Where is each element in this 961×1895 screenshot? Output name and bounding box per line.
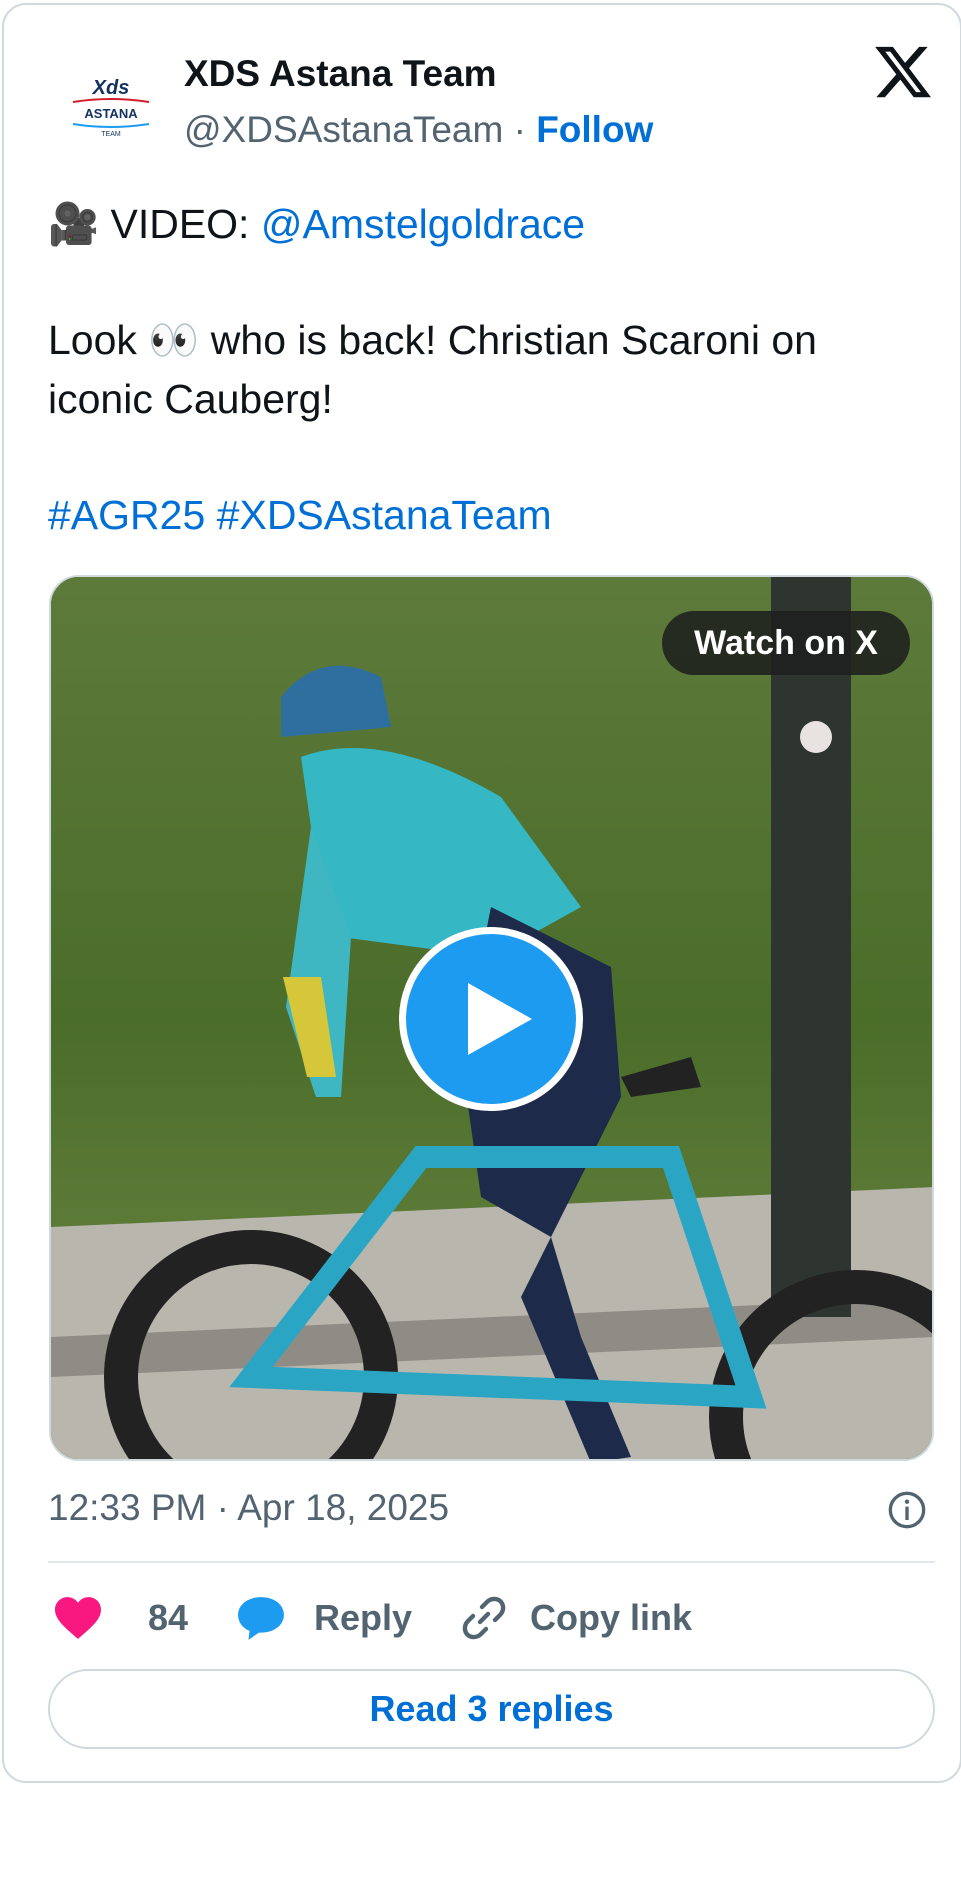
play-button[interactable] (399, 927, 583, 1111)
hashtag-link[interactable]: #XDSAstanaTeam (217, 492, 552, 538)
body-start: Look (48, 317, 137, 363)
hashtag-link[interactable]: #AGR25 (48, 492, 205, 538)
video-prefix: VIDEO: (110, 201, 250, 247)
mention-link[interactable]: @Amstelgoldrace (261, 201, 585, 247)
svg-text:Xds: Xds (92, 77, 130, 99)
eyes-icon: 👀 (148, 317, 200, 363)
divider (48, 1561, 935, 1563)
video-line: 🎥 VIDEO: @Amstelgoldrace (48, 195, 928, 254)
body-line: Look 👀 who is back! Christian Scaroni on… (48, 311, 928, 429)
like-count: 84 (148, 1597, 189, 1638)
tweet-text: 🎥 VIDEO: @Amstelgoldrace Look 👀 who is b… (48, 195, 928, 545)
video-player[interactable]: Watch on X (49, 575, 934, 1461)
hashtag-line: #AGR25 #XDSAstanaTeam (48, 486, 928, 545)
tweet-card: Xds ASTANA TEAM XDS Astana Team @XDSAsta… (2, 3, 961, 1783)
reply-label: Reply (314, 1597, 413, 1638)
reply-button[interactable]: Reply (236, 1587, 412, 1649)
x-logo-icon[interactable] (872, 41, 934, 103)
copy-link-button[interactable]: Copy link (460, 1587, 692, 1649)
follow-link[interactable]: Follow (536, 109, 653, 150)
astana-logo: Xds ASTANA TEAM (72, 77, 150, 138)
author-handle[interactable]: @XDSAstanaTeam (184, 109, 503, 150)
play-icon (468, 983, 532, 1055)
link-icon (462, 1596, 506, 1640)
like-button[interactable]: 84 (52, 1587, 188, 1649)
video-camera-icon: 🎥 (48, 201, 100, 247)
separator-dot: · (513, 109, 526, 150)
watch-on-x-button[interactable]: Watch on X (662, 611, 910, 675)
svg-text:TEAM: TEAM (101, 131, 121, 138)
author-name[interactable]: XDS Astana Team (184, 53, 497, 95)
svg-text:ASTANA: ASTANA (84, 106, 138, 121)
author-handle-row: @XDSAstanaTeam · Follow (184, 109, 653, 151)
avatar[interactable]: Xds ASTANA TEAM (48, 45, 174, 171)
copy-link-label: Copy link (530, 1597, 693, 1638)
timestamp[interactable]: 12:33 PM · Apr 18, 2025 (48, 1487, 449, 1529)
heart-icon (55, 1597, 101, 1639)
info-icon[interactable] (887, 1490, 927, 1530)
reply-bubble-icon (238, 1597, 284, 1640)
read-replies-button[interactable]: Read 3 replies (48, 1669, 935, 1749)
